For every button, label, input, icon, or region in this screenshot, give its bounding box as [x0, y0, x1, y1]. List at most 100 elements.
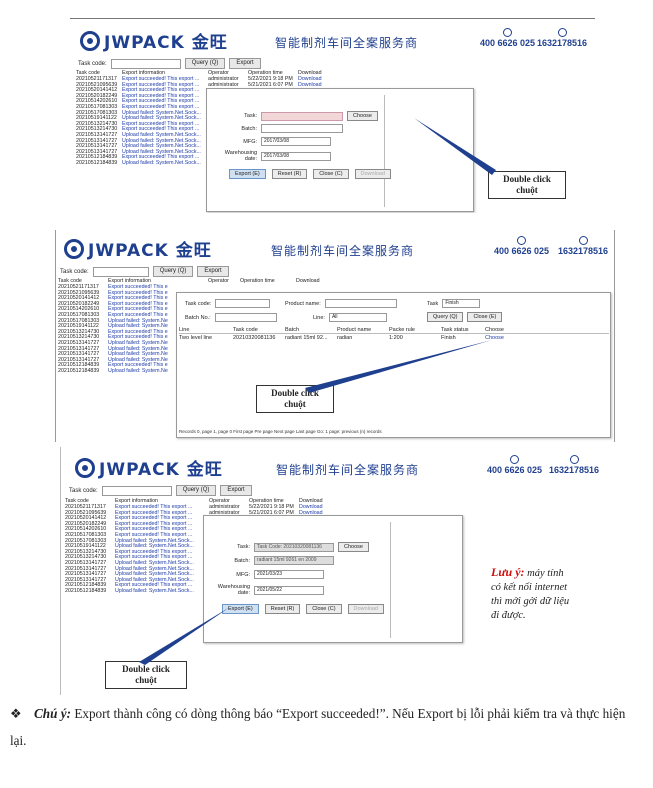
- query-button[interactable]: Query (Q): [427, 312, 464, 322]
- phone-number-1: 400 6626 025: [480, 38, 536, 48]
- mfg-date-field[interactable]: 2017/03/08: [261, 137, 331, 146]
- toolbar: Task code: Query (Q) Export: [60, 266, 229, 277]
- internet-note: Lưu ý: máy tính có kết nối internet thì …: [491, 565, 615, 623]
- task-grid-header: Line Task code Batch Product name Packe …: [179, 327, 609, 334]
- jwpack-logo-icon: [64, 238, 84, 259]
- close-button[interactable]: Close (E): [467, 312, 503, 322]
- task-row: Task: Task Code: 20210320081136 Choose: [210, 542, 369, 552]
- jwpack-logo-icon: [80, 30, 100, 51]
- line-filter: Line: All: [313, 313, 387, 322]
- batch-field[interactable]: radiant 15ml 9261 en 2009: [254, 556, 334, 565]
- double-click-callout: Double click chuột: [105, 661, 187, 689]
- choose-button[interactable]: Choose: [338, 542, 369, 552]
- batch-no-field[interactable]: [214, 313, 277, 322]
- export-button[interactable]: Export: [229, 58, 261, 69]
- callout-line-1: Double click: [271, 388, 319, 398]
- double-click-callout: Double click chuột: [488, 171, 566, 199]
- export-button[interactable]: Export: [197, 266, 229, 277]
- query-button[interactable]: Query (Q): [175, 485, 217, 496]
- export-button[interactable]: Export (E): [229, 169, 266, 179]
- choose-button[interactable]: Choose: [347, 111, 378, 121]
- brand-logo: JWPACK 金旺: [75, 455, 223, 480]
- warehousing-row: Warehousing date: 2017/03/08: [217, 150, 331, 162]
- batch-field[interactable]: [261, 124, 343, 133]
- reset-button[interactable]: Reset (R): [271, 169, 308, 179]
- mfg-label: MFG:: [236, 571, 250, 578]
- brand-name: JWPACK 金旺: [99, 460, 223, 480]
- batch-label: Batch:: [234, 557, 250, 564]
- phone-icon: [510, 455, 520, 464]
- close-button[interactable]: Close (C): [313, 169, 349, 179]
- task-code-field[interactable]: [215, 299, 271, 308]
- task-code-cell: 20210512184839: [58, 367, 100, 374]
- divider: [384, 95, 385, 207]
- product-name-field[interactable]: [324, 299, 397, 308]
- export-info-column: Export succeeded! This export ... Export …: [115, 504, 194, 595]
- time-column: 5/22/2021 9:18 PM 5/21/2021 6:07 PM: [248, 76, 293, 88]
- task-code-filter: Task code:: [185, 299, 271, 308]
- task-row: Task: Choose: [217, 111, 378, 121]
- mfg-row: MFG: 2017/03/08: [217, 137, 331, 146]
- line-select[interactable]: All: [328, 313, 387, 322]
- query-button[interactable]: Query (Q): [184, 58, 226, 69]
- task-code-label: Task code:: [60, 268, 89, 275]
- callout-line-1: Double click: [122, 664, 170, 674]
- export-button[interactable]: Export (E): [222, 604, 259, 614]
- task-select-dialog: Task code: Product name: Task Finish Bat…: [176, 292, 611, 438]
- task-code-input[interactable]: [110, 58, 181, 69]
- download-column: Download Download: [298, 76, 322, 88]
- brand-logo: JWPACK 金旺: [64, 236, 212, 261]
- mobile-icon: [557, 28, 567, 37]
- task-field[interactable]: [261, 111, 343, 121]
- task-code-input[interactable]: [92, 266, 149, 277]
- dialog-actions: Export (E) Reset (R) Close (C) Download: [222, 604, 384, 614]
- task-grid-row[interactable]: Two level line 20210320081136 radiant 15…: [179, 335, 609, 342]
- task-code-label: Task code:: [78, 60, 107, 67]
- warehousing-date-field[interactable]: 2017/03/08: [261, 151, 331, 161]
- operator-column: administrator administrator: [208, 76, 239, 88]
- export-info-cell: Upload failed: System.Net.Sock...: [122, 159, 201, 166]
- grid-cell-product-name: radian: [337, 335, 353, 341]
- screenshot-panel-3: JWPACK 金旺 智能制剂车间全案服务商 400 6626 025 16321…: [60, 447, 615, 695]
- mobile-icon: [569, 455, 579, 464]
- hotline-1: 400 6626 025: [494, 236, 549, 256]
- callout-line-2: chuột: [135, 675, 157, 685]
- note-emphasis: Chú ý:: [34, 706, 72, 721]
- grid-col-choose: Choose: [485, 327, 504, 333]
- warehousing-date-field[interactable]: 2021/05/22: [254, 585, 324, 595]
- grid-col-line: Line: [179, 327, 190, 333]
- download-button[interactable]: Download: [354, 169, 391, 179]
- export-info-column: Export succeeded! This e Export succeeded…: [108, 284, 168, 375]
- callout-line-2: chuột: [284, 399, 306, 409]
- grid-col-product-name: Product name: [337, 327, 372, 333]
- choose-link[interactable]: Choose: [485, 335, 504, 341]
- task-code-label: Task code:: [185, 300, 212, 307]
- mfg-date-field[interactable]: 2021/03/23: [254, 570, 324, 579]
- top-rule: [70, 18, 595, 19]
- note-line-3: thì mới gởi dữ liệu: [491, 596, 570, 607]
- grid-col-packe-rule: Packe rule: [389, 327, 415, 333]
- reset-button[interactable]: Reset (R): [264, 604, 301, 614]
- grid-col-task-status: Task status: [441, 327, 469, 333]
- toolbar: Task code: Query (Q) Export: [78, 58, 261, 69]
- jwpack-logo-icon: [75, 457, 95, 478]
- export-button[interactable]: Export: [220, 485, 252, 496]
- task-status-select[interactable]: Finish: [442, 299, 481, 308]
- task-code-column: 20210521171317 20210521095639 202105201414…: [76, 76, 117, 167]
- phone-number-1: 400 6626 025: [487, 465, 543, 475]
- query-button[interactable]: Query (Q): [152, 266, 194, 277]
- export-info-cell: Upload failed: System.Ne: [108, 367, 168, 374]
- dialog2-actions: Query (Q) Close (E): [427, 312, 503, 322]
- batch-filter: Batch No.:: [185, 313, 277, 322]
- task-code-input[interactable]: [101, 485, 172, 496]
- task-field[interactable]: Task Code: 20210320081136: [254, 542, 334, 552]
- download-button[interactable]: Download: [347, 604, 384, 614]
- batch-label: Batch:: [241, 125, 257, 132]
- task-code-cell: 20210512184839: [65, 587, 107, 594]
- close-button[interactable]: Close (C): [306, 604, 342, 614]
- screenshot-panel-2: JWPACK 金旺 智能制剂车间全案服务商 400 6626 025 16321…: [55, 230, 615, 442]
- grid-cell-line: Two level line: [179, 335, 213, 341]
- note-paragraph: ❖ Chú ý: Export thành công có dòng thông …: [10, 700, 630, 754]
- batch-no-label: Batch No.:: [185, 314, 211, 321]
- phone-number-1: 400 6626 025: [494, 246, 550, 256]
